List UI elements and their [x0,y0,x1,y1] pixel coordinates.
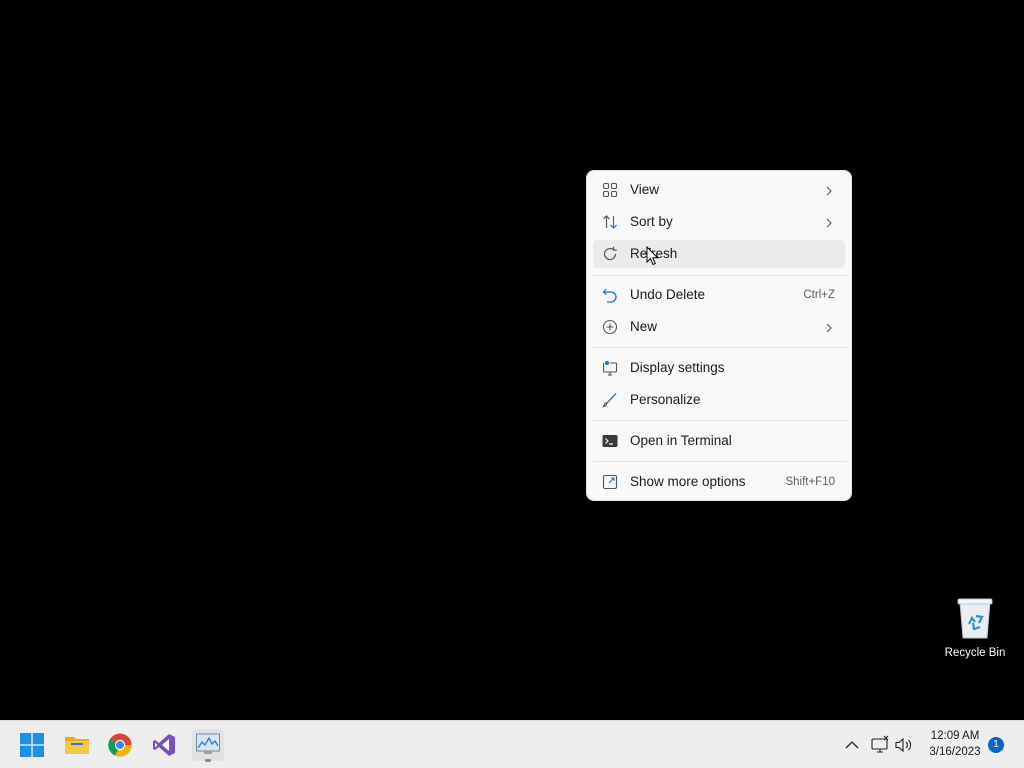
menu-item-sort-by[interactable]: Sort by [593,208,845,236]
shortcut-label: Shift+F10 [785,476,835,488]
chevron-right-icon [823,321,835,333]
terminal-icon [602,433,618,449]
undo-icon [602,287,618,303]
taskbar: 12:09 AM 3/16/2023 1 [0,720,1024,768]
clock-time: 12:09 AM [930,730,980,742]
menu-item-personalize[interactable]: Personalize [593,386,845,414]
taskbar-app-file-explorer[interactable] [60,729,92,761]
shortcut-label: Ctrl+Z [803,289,835,301]
start-button[interactable] [16,729,48,761]
mouse-cursor-icon [646,245,660,266]
recycle-bin-desktop-icon[interactable]: Recycle Bin [940,594,1012,664]
network-icon[interactable] [870,735,890,755]
recycle-bin-icon [956,596,994,640]
refresh-icon [602,246,618,262]
menu-item-undo-delete[interactable]: Undo Delete Ctrl+Z [593,281,845,309]
menu-item-label: Display settings [630,360,725,375]
running-indicator [205,759,211,762]
menu-separator [593,461,847,462]
menu-item-label: Sort by [630,214,673,229]
desktop-context-menu: View Sort by Refresh [586,170,852,501]
menu-item-open-in-terminal[interactable]: Open in Terminal [593,427,845,455]
more-options-icon [602,474,618,490]
menu-separator [593,347,847,348]
view-grid-icon [602,182,618,198]
notification-count-badge[interactable]: 1 [988,737,1004,753]
desktop-background[interactable] [0,0,1024,720]
menu-item-label: New [630,319,658,334]
volume-icon[interactable] [894,735,914,755]
menu-item-show-more-options[interactable]: Show more options Shift+F10 [593,468,845,496]
menu-item-new[interactable]: New [593,313,845,341]
taskbar-app-chrome[interactable] [104,729,136,761]
menu-item-label: Open in Terminal [630,433,732,448]
menu-item-refresh[interactable]: Refresh [593,240,845,268]
recycle-bin-label: Recycle Bin [944,647,1006,659]
chevron-right-icon [823,184,835,196]
system-clock[interactable]: 12:09 AM 3/16/2023 [918,728,992,760]
menu-item-label: Undo Delete [630,287,706,302]
menu-separator [593,275,847,276]
taskbar-app-visual-studio[interactable] [148,729,180,761]
menu-item-label: Show more options [630,474,746,489]
menu-item-view[interactable]: View [593,176,845,204]
menu-item-display-settings[interactable]: Display settings [593,354,845,382]
menu-item-label: Personalize [630,392,701,407]
personalize-icon [602,392,618,408]
taskbar-app-performance-monitor[interactable] [192,729,224,762]
menu-separator [593,420,847,421]
clock-date: 3/16/2023 [929,746,981,758]
display-settings-icon [602,360,618,376]
sort-icon [602,214,618,230]
menu-item-label: View [630,182,660,197]
new-icon [602,319,618,335]
chevron-right-icon [823,216,835,228]
show-hidden-icons-chevron-up-icon[interactable] [842,735,862,755]
